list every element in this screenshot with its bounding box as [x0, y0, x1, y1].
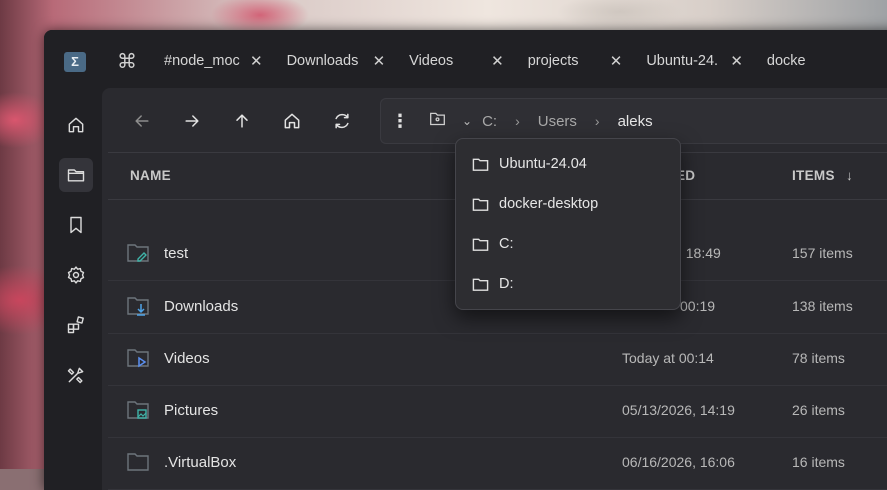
- rail-bookmarks-button[interactable]: [59, 208, 93, 242]
- file-name: Downloads: [164, 298, 239, 315]
- up-button[interactable]: [225, 104, 259, 138]
- file-items: 78 items: [792, 350, 845, 366]
- forward-arrow-icon: [185, 115, 199, 127]
- rail-extensions-button[interactable]: [59, 308, 93, 342]
- refresh-button[interactable]: [325, 104, 359, 138]
- file-name: Videos: [164, 350, 210, 367]
- flyout-item-ubuntu[interactable]: Ubuntu-24.04: [456, 144, 680, 184]
- tab-label: Downloads: [286, 53, 359, 69]
- home-button[interactable]: [275, 104, 309, 138]
- tab-videos[interactable]: Videos ✕: [397, 44, 516, 78]
- folder-icon: [472, 278, 489, 291]
- drive-flyout-menu: Ubuntu-24.04 docker-desktop C: D:: [455, 138, 681, 310]
- tools-icon: [67, 367, 84, 384]
- tab-label: docke: [766, 53, 806, 69]
- flyout-item-docker[interactable]: docker-desktop: [456, 184, 680, 224]
- folder-icon: [472, 238, 489, 251]
- rail-files-button[interactable]: [59, 158, 93, 192]
- folder-icon: [67, 169, 85, 182]
- rail-tools-button[interactable]: [59, 358, 93, 392]
- folder-icon: [127, 453, 149, 471]
- refresh-icon: [335, 113, 349, 129]
- column-items-header[interactable]: ITEMS: [792, 168, 835, 183]
- back-button[interactable]: [125, 104, 159, 138]
- file-modified: 00:19: [680, 298, 716, 314]
- back-arrow-icon: [135, 115, 149, 127]
- folder-icon: [430, 112, 445, 126]
- address-dropdown-chevron-icon[interactable]: ⌄: [462, 114, 472, 128]
- home-icon: [68, 117, 84, 133]
- file-items: 26 items: [792, 402, 845, 418]
- file-items: 16 items: [792, 454, 845, 470]
- flyout-item-drive-c[interactable]: C:: [456, 224, 680, 264]
- command-palette-button[interactable]: ⌘: [102, 44, 152, 78]
- tab-close-icon[interactable]: ✕: [730, 52, 743, 70]
- flyout-item-label: C:: [499, 236, 514, 252]
- flyout-item-label: Ubuntu-24.04: [499, 156, 587, 172]
- address-folder-button[interactable]: [429, 110, 446, 132]
- file-name: test: [164, 245, 189, 262]
- tab-docker[interactable]: docke: [755, 44, 811, 78]
- tab-close-icon[interactable]: ✕: [491, 52, 504, 70]
- bookmark-icon: [70, 216, 82, 234]
- rail-settings-button[interactable]: [59, 258, 93, 292]
- folder-edit-icon: [127, 244, 149, 262]
- folder-icon: [472, 198, 489, 211]
- tab-node-modules[interactable]: #node_moc ✕: [152, 44, 275, 78]
- folder-icon: [472, 158, 489, 171]
- file-items: 138 items: [792, 298, 853, 314]
- flyout-item-drive-d[interactable]: D:: [456, 264, 680, 304]
- breadcrumb-drive[interactable]: C:: [482, 113, 497, 130]
- tab-close-icon[interactable]: ✕: [250, 52, 263, 70]
- tab-label: Videos: [409, 53, 454, 69]
- tab-strip: ⌘ #node_moc ✕ Downloads ✕ Videos ✕ proje…: [102, 44, 887, 78]
- breadcrumb-current[interactable]: aleks: [618, 113, 653, 130]
- file-row[interactable]: Pictures 05/13/2026, 14:19 26 items: [108, 385, 887, 438]
- gear-icon: [67, 266, 85, 284]
- tab-ubuntu[interactable]: Ubuntu-24. ✕: [634, 44, 755, 78]
- tab-projects[interactable]: projects ✕: [516, 44, 635, 78]
- flyout-item-label: D:: [499, 276, 514, 292]
- file-row[interactable]: .VirtualBox 06/16/2026, 16:06 16 items: [108, 437, 887, 490]
- breadcrumb-separator[interactable]: ›: [595, 113, 600, 129]
- home-icon: [284, 113, 300, 129]
- file-items: 157 items: [792, 245, 853, 261]
- flyout-item-label: docker-desktop: [499, 196, 599, 212]
- rail-home-button[interactable]: [59, 108, 93, 142]
- folder-video-icon: [127, 349, 149, 368]
- breadcrumb-separator[interactable]: ›: [515, 113, 520, 129]
- tab-close-icon[interactable]: ✕: [610, 52, 623, 70]
- forward-button[interactable]: [175, 104, 209, 138]
- file-row[interactable]: Videos Today at 00:14 78 items: [108, 333, 887, 386]
- file-modified: 06/16/2026, 16:06: [622, 454, 735, 470]
- apps-icon: [67, 316, 84, 334]
- folder-image-icon: [127, 401, 149, 419]
- file-modified: 05/13/2026, 14:19: [622, 402, 735, 418]
- tab-downloads[interactable]: Downloads ✕: [275, 44, 398, 78]
- tab-label: projects: [527, 53, 579, 69]
- tab-label: #node_moc: [164, 53, 240, 69]
- file-name: Pictures: [164, 402, 219, 419]
- address-more-button[interactable]: ⋮: [385, 111, 415, 132]
- tab-close-icon[interactable]: ✕: [373, 52, 386, 70]
- breadcrumb-users[interactable]: Users: [538, 113, 577, 130]
- sort-arrow-icon: ↓: [846, 168, 854, 183]
- up-arrow-icon: [236, 114, 248, 128]
- tab-label: Ubuntu-24.: [646, 53, 719, 69]
- file-modified: Today at 00:14: [622, 350, 714, 366]
- navigation-rail: Σ: [44, 30, 102, 490]
- file-name: .VirtualBox: [164, 454, 237, 471]
- column-name-header[interactable]: NAME: [130, 168, 171, 183]
- folder-download-icon: [127, 297, 149, 316]
- app-logo: Σ: [64, 52, 86, 72]
